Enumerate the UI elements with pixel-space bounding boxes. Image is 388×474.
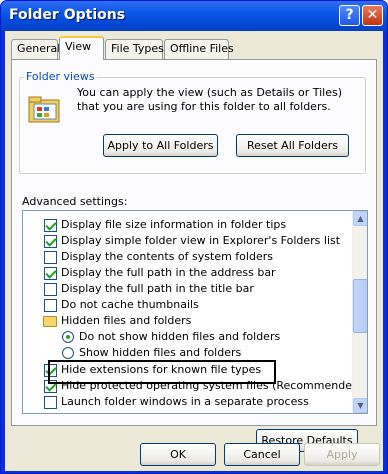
tab-general[interactable]: General [11,39,60,59]
radio-button[interactable] [62,347,74,359]
checkbox[interactable] [44,283,57,296]
folder-views-icon [28,96,60,123]
radio-button[interactable] [62,331,74,343]
vertical-scrollbar[interactable]: ▲ ▼ [352,211,367,413]
tab-view[interactable]: View [59,36,104,60]
checkbox[interactable] [44,396,57,409]
checkbox[interactable] [44,267,57,280]
dialog-body: General View File Types Offline Files Fo… [5,31,383,471]
checkbox[interactable] [44,251,57,264]
ok-button[interactable]: OK [140,443,216,466]
view-tab-panel: Folder views You can apply the view (suc… [11,59,377,452]
apply-button[interactable]: Apply [304,443,380,466]
folder-views-group: Folder views You can apply the view (suc… [19,70,366,174]
advanced-settings-label: Advanced settings: [22,195,128,208]
window-title: Folder Options [9,7,126,23]
folder-views-legend: Folder views [24,70,97,83]
cancel-button[interactable]: Cancel [224,443,300,466]
folder-views-description: You can apply the view (such as Details … [77,86,342,113]
apply-to-all-folders-button[interactable]: Apply to All Folders [103,134,218,157]
title-bar[interactable]: Folder Options ? ✕ [1,1,387,31]
help-button[interactable]: ? [339,5,360,26]
reset-all-folders-button[interactable]: Reset All Folders [236,134,349,157]
scroll-thumb[interactable] [353,279,367,333]
folder-icon [43,316,57,327]
scroll-down-button[interactable]: ▼ [353,398,367,413]
checkbox[interactable] [44,219,57,232]
close-button[interactable]: ✕ [362,5,383,26]
checkbox[interactable] [44,235,57,248]
checkbox[interactable] [44,299,57,312]
tab-file-types[interactable]: File Types [105,39,164,59]
highlight-annotation [48,360,276,384]
tab-offline-files[interactable]: Offline Files [164,39,234,59]
scroll-up-button[interactable]: ▲ [353,211,367,226]
folder-options-window: Folder Options ? ✕ General View File Typ… [0,0,388,474]
